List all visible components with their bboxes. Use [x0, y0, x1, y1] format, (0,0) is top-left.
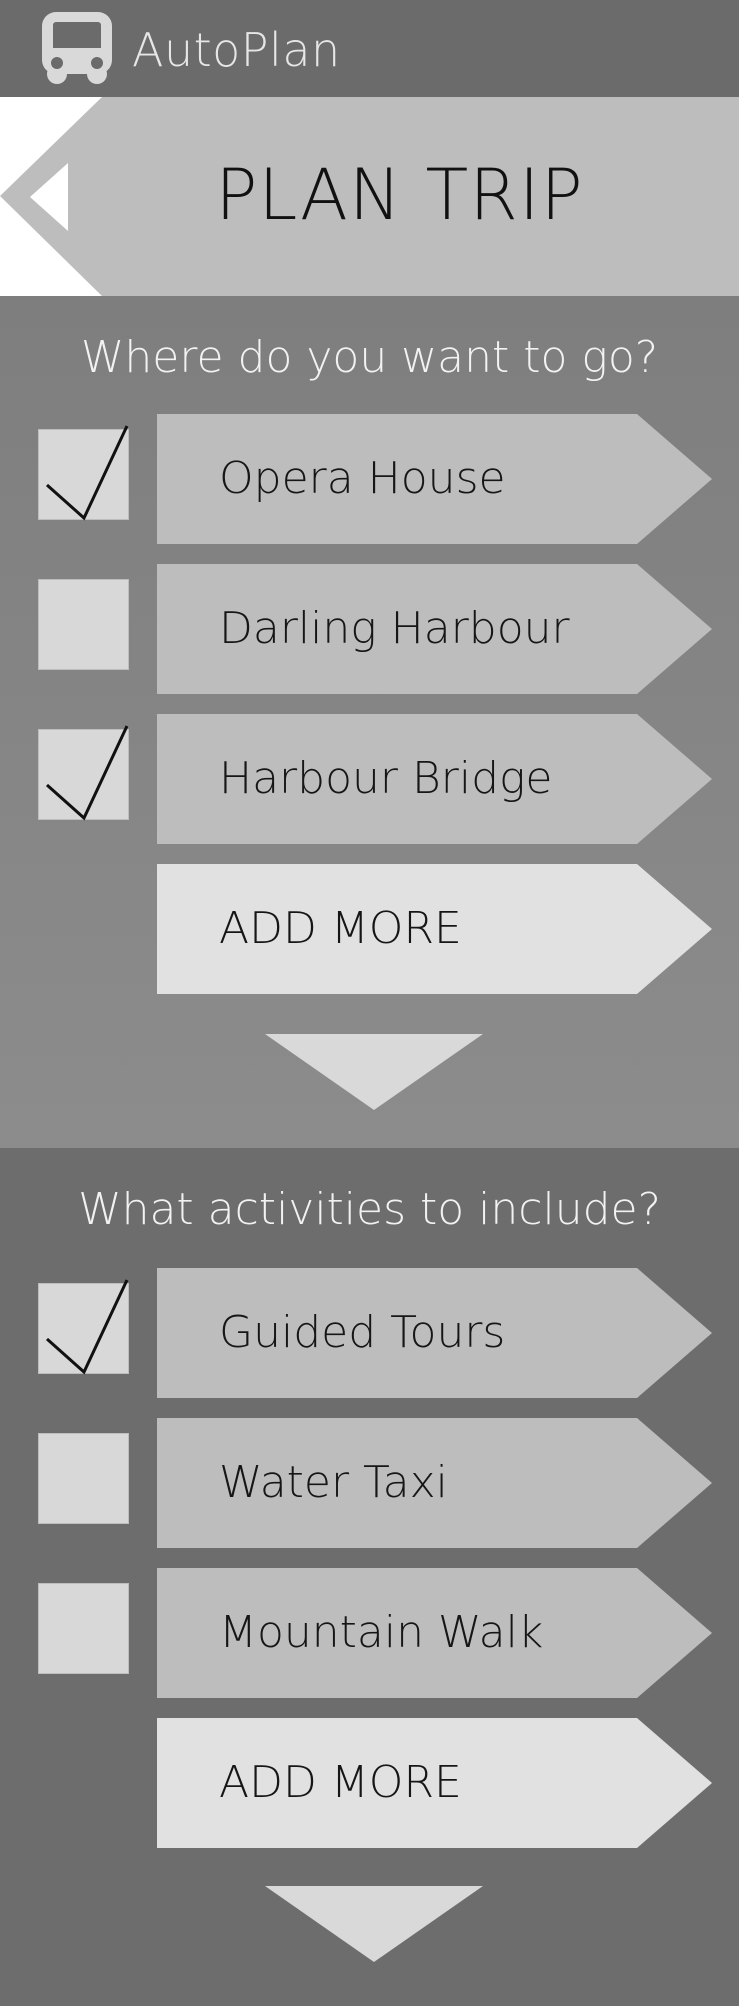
- checkmark-icon: [46, 425, 129, 521]
- activity-checkbox[interactable]: [38, 1279, 129, 1375]
- activities-question: What activities to include?: [78, 1184, 661, 1235]
- destination-label: Darling Harbour: [219, 603, 570, 654]
- activity-button-mountain-walk[interactable]: Mountain Walk: [157, 1568, 712, 1698]
- add-more-destinations-button[interactable]: ADD MORE: [157, 864, 712, 994]
- activity-label: Mountain Walk: [219, 1607, 544, 1658]
- activity-label: Guided Tours: [219, 1307, 506, 1358]
- destination-checkbox[interactable]: [38, 725, 129, 821]
- page-title: PLAN TRIP: [215, 154, 584, 236]
- app-title: AutoPlan: [132, 23, 341, 77]
- activity-option: Water Taxi: [0, 1418, 739, 1548]
- bus-icon: [42, 12, 112, 84]
- activities-section: What activities to include? Guided Tours…: [0, 1148, 739, 2006]
- destinations-section: Where do you want to go? Opera House Dar…: [0, 296, 739, 1148]
- destination-button-opera-house[interactable]: Opera House: [157, 414, 712, 544]
- destinations-question: Where do you want to go?: [80, 332, 659, 383]
- add-more-row: ADD MORE: [0, 1718, 739, 1848]
- activity-label: Water Taxi: [219, 1457, 448, 1508]
- destination-label: Opera House: [219, 453, 506, 504]
- activity-option: Guided Tours: [0, 1268, 739, 1398]
- destination-button-harbour-bridge[interactable]: Harbour Bridge: [157, 714, 712, 844]
- destination-option: Darling Harbour: [0, 564, 739, 694]
- page-header: PLAN TRIP: [0, 97, 739, 296]
- checkmark-icon: [46, 725, 129, 821]
- activity-checkbox[interactable]: [38, 1433, 129, 1524]
- activity-button-water-taxi[interactable]: Water Taxi: [157, 1418, 712, 1548]
- destination-button-darling-harbour[interactable]: Darling Harbour: [157, 564, 712, 694]
- chevron-down-icon[interactable]: [265, 1034, 483, 1110]
- add-more-label: ADD MORE: [219, 903, 462, 954]
- destination-checkbox[interactable]: [38, 579, 129, 670]
- checkmark-icon: [46, 1279, 129, 1375]
- chevron-down-icon[interactable]: [265, 1886, 483, 1962]
- destination-option: Opera House: [0, 414, 739, 544]
- destination-option: Harbour Bridge: [0, 714, 739, 844]
- top-bar: AutoPlan: [0, 0, 739, 97]
- add-more-row: ADD MORE: [0, 864, 739, 994]
- add-more-activities-button[interactable]: ADD MORE: [157, 1718, 712, 1848]
- add-more-label: ADD MORE: [219, 1757, 462, 1808]
- activity-checkbox[interactable]: [38, 1583, 129, 1674]
- destination-label: Harbour Bridge: [219, 753, 553, 804]
- destination-checkbox[interactable]: [38, 425, 129, 521]
- activity-option: Mountain Walk: [0, 1568, 739, 1698]
- activity-button-guided-tours[interactable]: Guided Tours: [157, 1268, 712, 1398]
